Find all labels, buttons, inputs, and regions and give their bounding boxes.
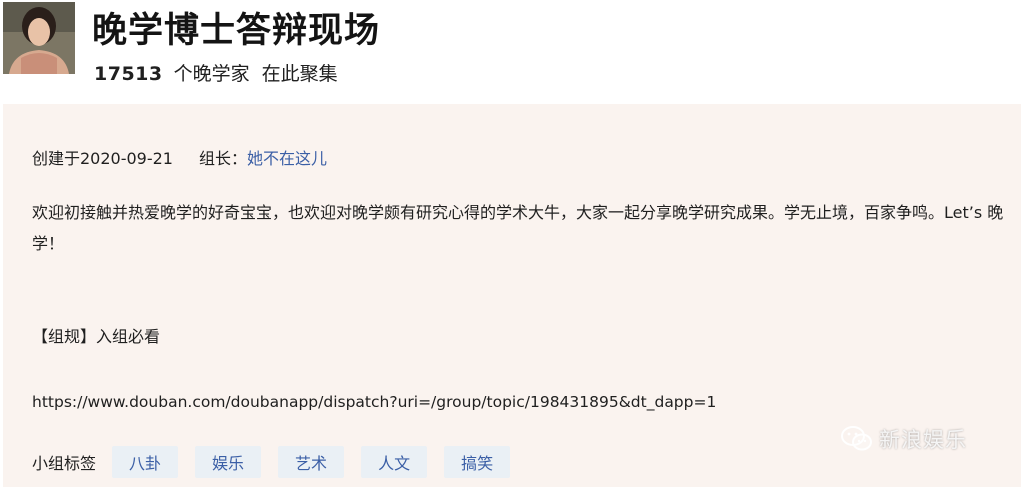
leader-link[interactable]: 她不在这儿	[247, 149, 327, 168]
tag-entertainment[interactable]: 娱乐	[195, 446, 262, 478]
tag-art[interactable]: 艺术	[278, 446, 345, 478]
watermark: 新浪娱乐	[841, 424, 967, 454]
wechat-icon	[841, 426, 872, 451]
leader-label: 组长：	[199, 149, 248, 168]
tag-gossip[interactable]: 八卦	[112, 446, 179, 478]
member-summary: 17513 个晚学家 在此聚集	[94, 65, 338, 84]
group-header: 晚学博士答辩现场 17513 个晚学家 在此聚集	[0, 0, 1024, 104]
group-tags: 小组标签 八卦 娱乐 艺术 人文 搞笑	[32, 445, 527, 479]
created-date: 创建于2020-09-21	[32, 149, 173, 168]
group-avatar[interactable]	[3, 2, 75, 74]
member-count: 17513	[94, 63, 163, 85]
avatar-portrait-icon	[3, 2, 75, 74]
rules-title: 【组规】入组必看	[32, 327, 161, 346]
tag-humanities[interactable]: 人文	[361, 446, 428, 478]
rules-url[interactable]: https://www.douban.com/doubanapp/dispatc…	[32, 393, 716, 412]
group-title: 晚学博士答辩现场	[92, 11, 381, 51]
group-meta: 创建于2020-09-21 组长：她不在这儿	[32, 149, 327, 168]
tags-label: 小组标签	[32, 454, 97, 473]
watermark-text: 新浪娱乐	[879, 428, 967, 452]
member-suffix: 个晚学家	[173, 63, 250, 85]
group-intro: 欢迎初接触并热爱晚学的好奇宝宝，也欢迎对晚学颇有研究心得的学术大牛，大家一起分享…	[32, 203, 1004, 253]
tag-funny[interactable]: 搞笑	[444, 446, 511, 478]
member-suffix-2: 在此聚集	[261, 63, 338, 85]
